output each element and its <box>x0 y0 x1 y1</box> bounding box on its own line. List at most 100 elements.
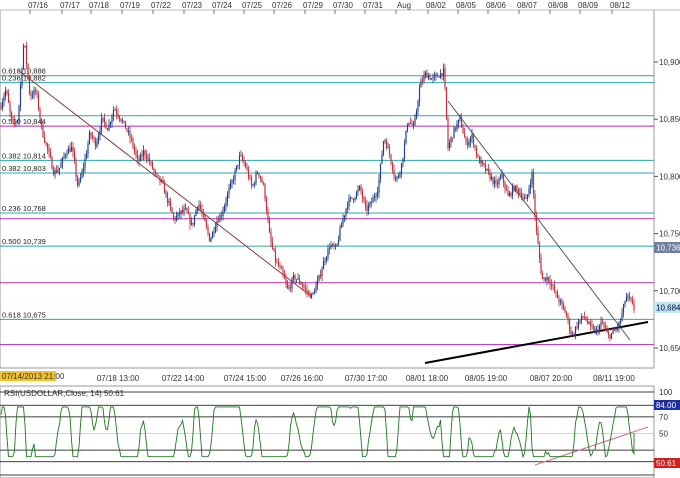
candle-body <box>345 208 347 216</box>
candle-body <box>630 297 632 300</box>
candle-body <box>451 137 454 139</box>
candle-body <box>76 176 79 186</box>
candle-body <box>262 182 265 185</box>
candle-body <box>460 116 463 128</box>
candle-body <box>199 204 202 210</box>
candle-body <box>520 193 523 198</box>
candle-body <box>102 117 104 119</box>
candle-body <box>75 161 77 177</box>
candle-body <box>516 185 518 190</box>
candle-body <box>172 213 175 218</box>
candle-body <box>591 325 593 327</box>
candle-body <box>508 193 511 196</box>
candle-body <box>283 273 286 279</box>
candle-body <box>136 154 139 159</box>
rsi-top-badge-label: 84.00 <box>656 401 677 410</box>
candle-body <box>313 292 316 294</box>
candle-body <box>322 261 325 270</box>
candle-body <box>349 197 352 199</box>
candle-body <box>517 189 520 194</box>
candle-body <box>471 134 473 139</box>
candle-body <box>222 211 224 217</box>
candle-body <box>196 206 199 211</box>
candle-body <box>316 280 319 286</box>
candle-body <box>168 201 170 203</box>
candle-body <box>166 193 169 203</box>
candle-body <box>501 173 503 178</box>
candle-body <box>525 197 527 199</box>
candle-body <box>408 122 410 126</box>
candle-body <box>214 226 217 232</box>
candle-body <box>357 189 359 193</box>
candle-body <box>535 215 538 231</box>
candle-body <box>37 94 40 109</box>
candle-body <box>282 268 284 274</box>
candle-body <box>507 190 509 196</box>
candle-body <box>631 299 634 304</box>
candle-body <box>492 177 494 184</box>
candle-body <box>457 119 460 124</box>
candle-body <box>504 182 506 189</box>
candle-body <box>415 111 418 119</box>
candle-body <box>390 154 392 163</box>
candle-body <box>246 167 248 170</box>
candle-body <box>6 90 8 94</box>
candle-body <box>153 168 155 172</box>
candle-body <box>574 326 577 335</box>
candle-body <box>9 102 11 112</box>
candle-body <box>597 329 599 332</box>
candle-body <box>595 329 598 331</box>
candle-body <box>27 64 29 78</box>
candle-body <box>370 201 373 203</box>
candle-body <box>1 102 4 109</box>
candle-body <box>39 108 41 119</box>
candle-body <box>412 124 415 126</box>
price-axis-label: 10,750 <box>659 230 680 239</box>
candle-body <box>274 251 277 262</box>
candle-body <box>52 169 55 175</box>
candle-body <box>126 128 128 132</box>
candle-body <box>469 138 472 143</box>
candle-body <box>234 170 236 181</box>
candle-body <box>436 74 439 77</box>
candle-body <box>193 215 196 225</box>
candle-body <box>30 93 32 97</box>
candle-body <box>543 277 545 279</box>
candle-body <box>148 157 151 163</box>
candle-body <box>511 186 514 196</box>
candle-body <box>568 319 571 330</box>
candle-body <box>228 188 230 194</box>
top-date-label: 07/26 <box>272 1 293 10</box>
candle-body <box>624 301 626 305</box>
candle-body <box>613 330 616 332</box>
candle-body <box>438 76 440 78</box>
candle-body <box>490 177 493 180</box>
candle-body <box>108 124 110 131</box>
candle-body <box>88 132 91 144</box>
candle-body <box>553 286 556 292</box>
candle-body <box>385 140 388 148</box>
candle-body <box>78 181 80 186</box>
candle-body <box>559 300 562 303</box>
candle-body <box>459 116 461 120</box>
bottom-date-axis: 07/18 13:00 07/22 14:00 07/24 15:00 07/26 1… <box>97 374 636 383</box>
candle-body <box>159 176 161 182</box>
rsi-title: RSI(USDOLLAR,Close, 14) 50.61 <box>4 389 125 398</box>
candle-body <box>324 261 326 262</box>
candle-body <box>592 326 595 332</box>
candle-body <box>165 193 167 195</box>
candle-body <box>253 183 256 185</box>
candle-body <box>454 127 457 130</box>
top-date-label: 07/31 <box>363 1 384 10</box>
candle-body <box>300 282 302 285</box>
candle-body <box>85 153 88 159</box>
candle-body <box>3 96 5 103</box>
candle-body <box>609 334 611 339</box>
candle-body <box>28 77 31 94</box>
bottom-date-label: 08/05 19:00 <box>465 374 508 383</box>
candle-body <box>7 93 10 103</box>
candle-body <box>307 292 310 293</box>
candle-body <box>162 179 164 184</box>
candle-body <box>427 75 430 78</box>
candle-body <box>541 273 544 279</box>
